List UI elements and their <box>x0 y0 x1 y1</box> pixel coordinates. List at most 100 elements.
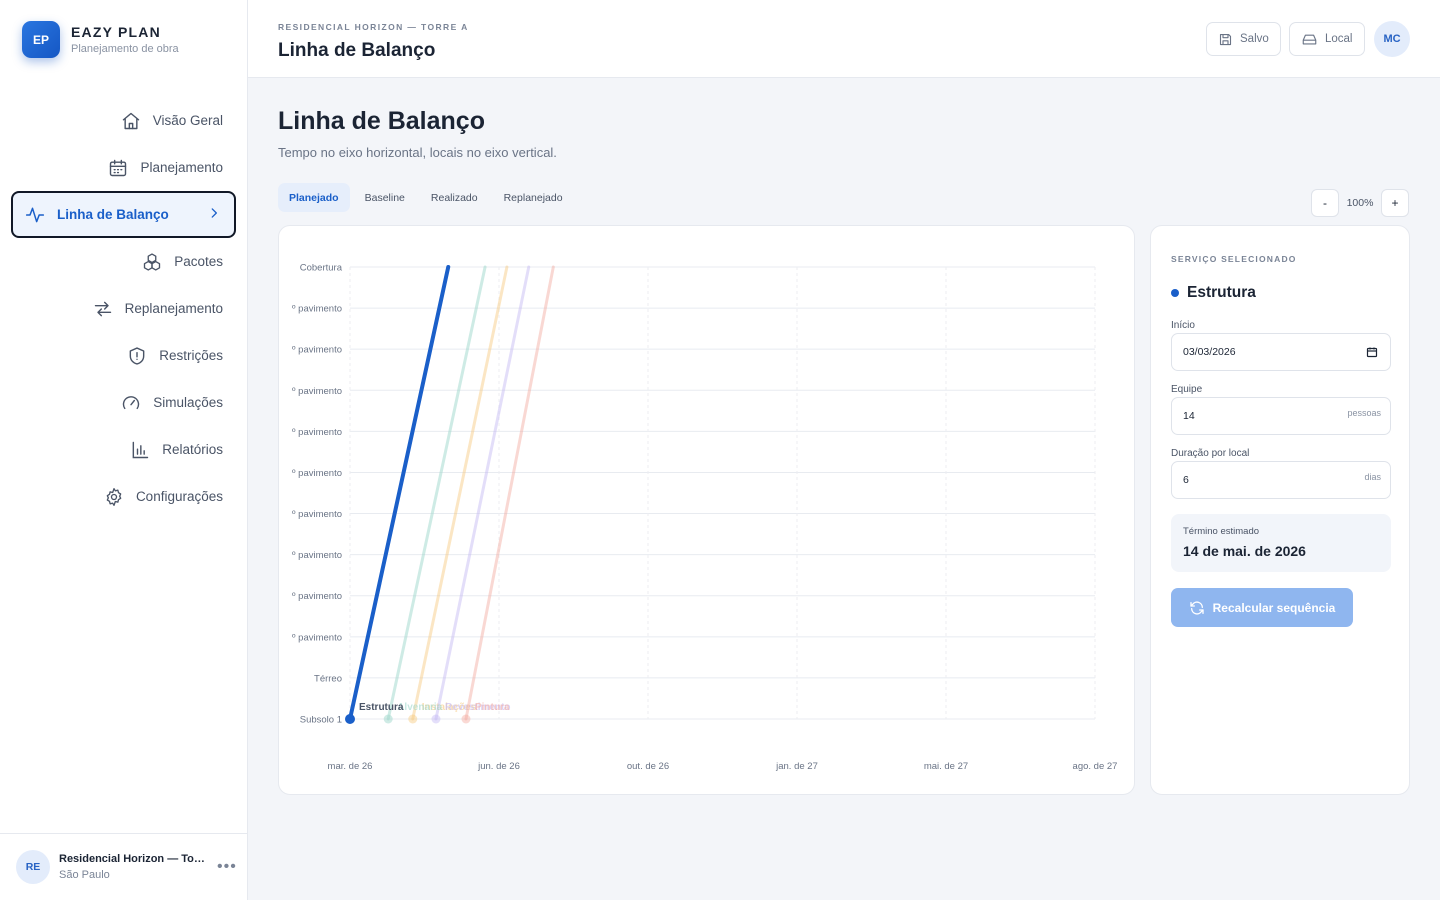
y-tick-label: Térreo <box>314 673 342 684</box>
y-tick-label: º pavimento <box>292 632 342 643</box>
recalculate-sequence-button[interactable]: Recalcular sequência <box>1171 588 1353 627</box>
calendar-picker-icon[interactable] <box>1366 346 1378 361</box>
sidebar-item-planejamento[interactable]: Planejamento <box>11 144 236 191</box>
project-avatar: RE <box>16 850 50 884</box>
sidebar-item-label: Restrições <box>159 348 223 363</box>
top-header: RESIDENCIAL HORIZON — TORRE A Linha de B… <box>248 0 1440 78</box>
user-avatar[interactable]: MC <box>1374 21 1410 57</box>
recalculate-label: Recalcular sequência <box>1212 600 1336 615</box>
home-icon <box>121 111 141 131</box>
activity-icon <box>25 205 45 225</box>
tab-baseline[interactable]: Baseline <box>354 183 416 212</box>
tab-realizado[interactable]: Realizado <box>420 183 489 212</box>
duration-input[interactable]: 6 dias <box>1171 461 1391 499</box>
sidebar-item-simulacoes[interactable]: Simulações <box>11 379 236 426</box>
series-line <box>411 265 509 721</box>
sidebar-item-label: Pacotes <box>174 254 223 269</box>
series-label: Pintura <box>475 702 510 713</box>
brand-name: EAZY PLAN <box>71 24 161 40</box>
line-of-balance-chart: Subsolo 1 Térreo º pavimento º pavimento º p… <box>278 225 1135 795</box>
zoom-level: 100% <box>1346 197 1374 209</box>
service-name: Estrutura <box>1187 284 1256 301</box>
series-line <box>386 265 487 721</box>
sidebar-item-replanejamento[interactable]: Replanejamento <box>11 285 236 332</box>
team-label: Equipe <box>1171 384 1203 395</box>
packages-icon <box>142 252 162 272</box>
sidebar-item-configuracoes[interactable]: Configurações <box>11 473 236 520</box>
y-tick-label: º pavimento <box>292 345 342 356</box>
team-unit: pessoas <box>1347 408 1381 418</box>
sidebar-item-label: Simulações <box>153 395 223 410</box>
hard-drive-icon <box>1302 34 1317 44</box>
y-tick-label: Cobertura <box>300 263 343 274</box>
sidebar-item-linha-de-balanco[interactable]: Linha de Balanço <box>11 191 236 238</box>
sidebar-item-relatorios[interactable]: Relatórios <box>11 426 236 473</box>
series-line <box>464 265 555 721</box>
y-tick-label: º pavimento <box>292 550 342 561</box>
brand-logo: EP <box>22 21 60 58</box>
chevron-right-icon <box>207 206 221 223</box>
save-status-button[interactable]: Salvo <box>1206 22 1281 56</box>
y-tick-label: º pavimento <box>292 427 342 438</box>
start-date-input[interactable]: 03/03/2026 <box>1171 333 1391 371</box>
zoom-control: - 100% + <box>1311 189 1409 217</box>
breadcrumb: RESIDENCIAL HORIZON — TORRE A <box>278 22 469 32</box>
zoom-in-button[interactable]: + <box>1381 189 1409 217</box>
sidebar-item-visao-geral[interactable]: Visão Geral <box>11 97 236 144</box>
gauge-icon <box>121 393 141 413</box>
brand: EP EAZY PLAN Planejamento de obra <box>22 21 179 58</box>
series-start-point <box>383 714 393 724</box>
service-color-dot <box>1171 289 1179 297</box>
team-size-input[interactable]: 14 pessoas <box>1171 397 1391 435</box>
series-start-point <box>431 714 441 724</box>
duration-unit: dias <box>1364 472 1381 482</box>
sidebar-item-restricoes[interactable]: Restrições <box>11 332 236 379</box>
y-tick-label: Subsolo 1 <box>300 715 342 726</box>
series-label: Alvenaria <box>397 702 442 713</box>
y-tick-label: º pavimento <box>292 468 342 479</box>
x-tick-label: mar. de 26 <box>328 761 373 772</box>
y-tick-label: º pavimento <box>292 591 342 602</box>
gear-icon <box>104 487 124 507</box>
series-line <box>434 265 531 721</box>
estimated-end-label: Término estimado <box>1183 526 1260 537</box>
panel-section-title: SERVIÇO SELECIONADO <box>1171 254 1297 264</box>
project-switcher[interactable]: RE Residencial Horizon — Torre A São Pau… <box>0 833 247 900</box>
bar-chart-icon <box>130 440 150 460</box>
team-size-value: 14 <box>1183 410 1195 422</box>
y-tick-label: º pavimento <box>292 509 342 520</box>
header-title: Linha de Balanço <box>278 40 436 61</box>
estimated-end-box: Término estimado 14 de mai. de 2026 <box>1171 514 1391 572</box>
view-tabs: Planejado Baseline Realizado Replanejado <box>278 183 578 212</box>
arrows-icon <box>93 299 113 319</box>
tab-planejado[interactable]: Planejado <box>278 183 350 212</box>
brand-subtitle: Planejamento de obra <box>71 43 179 55</box>
tab-replanejado[interactable]: Replanejado <box>493 183 574 212</box>
sidebar-item-label: Relatórios <box>162 442 223 457</box>
storage-local-button[interactable]: Local <box>1289 22 1365 56</box>
sidebar-item-label: Replanejamento <box>124 301 223 316</box>
duration-label: Duração por local <box>1171 448 1250 459</box>
page-subtitle: Tempo no eixo horizontal, locais no eixo… <box>278 145 557 160</box>
y-tick-label: º pavimento <box>292 304 342 315</box>
project-name: Residencial Horizon — Torre A <box>59 853 209 865</box>
zoom-out-button[interactable]: - <box>1311 189 1339 217</box>
duration-value: 6 <box>1183 474 1189 486</box>
x-tick-label: out. de 26 <box>627 761 669 772</box>
page-title: Linha de Balanço <box>278 107 485 135</box>
sidebar-item-label: Configurações <box>135 489 223 504</box>
series-line <box>348 265 451 721</box>
y-tick-label: º pavimento <box>292 386 342 397</box>
sidebar-nav: Visão Geral Planejamento Linha de Balanç… <box>11 97 236 520</box>
series-label: Estrutura <box>359 702 404 713</box>
sidebar-item-label: Planejamento <box>140 160 223 175</box>
x-tick-label: jan. de 27 <box>775 761 818 772</box>
start-label: Início <box>1171 320 1195 331</box>
shield-alert-icon <box>127 346 147 366</box>
chart-canvas: Subsolo 1 Térreo º pavimento º pavimento º p… <box>292 263 1118 773</box>
selected-service: Estrutura <box>1171 284 1256 302</box>
sidebar-item-pacotes[interactable]: Pacotes <box>11 238 236 285</box>
x-tick-label: ago. de 27 <box>1073 761 1118 772</box>
selected-service-panel: SERVIÇO SELECIONADO Estrutura Início 03/… <box>1150 225 1410 795</box>
more-options-icon[interactable]: ••• <box>217 858 237 876</box>
